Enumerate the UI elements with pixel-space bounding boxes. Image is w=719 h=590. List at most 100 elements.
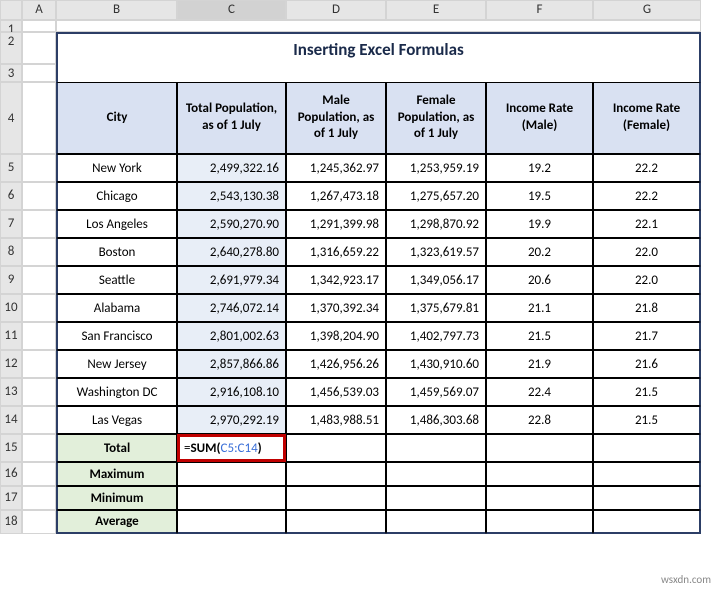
cell-total-11[interactable]: 2,801,002.63 xyxy=(177,322,286,350)
cell-F15[interactable] xyxy=(486,434,593,462)
row-header-9[interactable]: 9 xyxy=(0,266,22,294)
cell-if-14[interactable]: 21.5 xyxy=(593,406,701,434)
row-header-7[interactable]: 7 xyxy=(0,210,22,238)
cell-F17[interactable] xyxy=(486,486,593,510)
cell-male-6[interactable]: 1,267,473.18 xyxy=(286,182,386,210)
cell-G16[interactable] xyxy=(593,462,701,486)
row-header-15[interactable]: 15 xyxy=(0,434,22,462)
row-header-12[interactable]: 12 xyxy=(0,350,22,378)
cell-city-8[interactable]: Boston xyxy=(56,238,177,266)
cell-A14[interactable] xyxy=(22,406,56,434)
row-header-11[interactable]: 11 xyxy=(0,322,22,350)
row-header-8[interactable]: 8 xyxy=(0,238,22,266)
cell-female-5[interactable]: 1,253,959.19 xyxy=(386,154,486,182)
cell-im-11[interactable]: 21.5 xyxy=(486,322,593,350)
row-header-6[interactable]: 6 xyxy=(0,182,22,210)
cell-male-9[interactable]: 1,342,923.17 xyxy=(286,266,386,294)
cell-C18[interactable] xyxy=(177,510,286,534)
cell-D15[interactable] xyxy=(286,434,386,462)
cell-A8[interactable] xyxy=(22,238,56,266)
cell-E17[interactable] xyxy=(386,486,486,510)
row-header-3[interactable]: 3 xyxy=(0,64,22,82)
cell-if-10[interactable]: 21.8 xyxy=(593,294,701,322)
cell-female-6[interactable]: 1,275,657.20 xyxy=(386,182,486,210)
cell-city-7[interactable]: Los Angeles xyxy=(56,210,177,238)
cell-im-13[interactable]: 22.4 xyxy=(486,378,593,406)
cell-A18[interactable] xyxy=(22,510,56,534)
row-header-18[interactable]: 18 xyxy=(0,510,22,534)
cell-A12[interactable] xyxy=(22,350,56,378)
row-header-5[interactable]: 5 xyxy=(0,154,22,182)
cell-total-9[interactable]: 2,691,979.34 xyxy=(177,266,286,294)
cell-female-14[interactable]: 1,486,303.68 xyxy=(386,406,486,434)
cell-female-7[interactable]: 1,298,870.92 xyxy=(386,210,486,238)
cell-male-14[interactable]: 1,483,988.51 xyxy=(286,406,386,434)
cell-city-6[interactable]: Chicago xyxy=(56,182,177,210)
cell-A9[interactable] xyxy=(22,266,56,294)
cell-im-9[interactable]: 20.6 xyxy=(486,266,593,294)
cell-city-5[interactable]: New York xyxy=(56,154,177,182)
cell-D17[interactable] xyxy=(286,486,386,510)
col-header-G[interactable]: G xyxy=(593,0,701,20)
cell-A10[interactable] xyxy=(22,294,56,322)
cell-F16[interactable] xyxy=(486,462,593,486)
cell-city-10[interactable]: Alabama xyxy=(56,294,177,322)
cell-if-9[interactable]: 22.0 xyxy=(593,266,701,294)
cell-A3[interactable] xyxy=(22,64,56,82)
col-header-F[interactable]: F xyxy=(486,0,593,20)
cell-E16[interactable] xyxy=(386,462,486,486)
cell-E18[interactable] xyxy=(386,510,486,534)
cell-total-13[interactable]: 2,916,108.10 xyxy=(177,378,286,406)
cell-total-12[interactable]: 2,857,866.86 xyxy=(177,350,286,378)
cell-city-9[interactable]: Seattle xyxy=(56,266,177,294)
cell-G17[interactable] xyxy=(593,486,701,510)
cell-im-8[interactable]: 20.2 xyxy=(486,238,593,266)
col-header-D[interactable]: D xyxy=(286,0,386,20)
cell-im-14[interactable]: 22.8 xyxy=(486,406,593,434)
row-header-2[interactable]: 2 xyxy=(0,32,22,64)
cell-male-5[interactable]: 1,245,362.97 xyxy=(286,154,386,182)
cell-C17[interactable] xyxy=(177,486,286,510)
cell-male-13[interactable]: 1,456,539.03 xyxy=(286,378,386,406)
cell-A13[interactable] xyxy=(22,378,56,406)
cell-male-8[interactable]: 1,316,659.22 xyxy=(286,238,386,266)
row-header-14[interactable]: 14 xyxy=(0,406,22,434)
cell-if-12[interactable]: 21.6 xyxy=(593,350,701,378)
cell-A2[interactable] xyxy=(22,32,56,64)
row-header-1[interactable]: 1 xyxy=(0,20,22,32)
row-header-10[interactable]: 10 xyxy=(0,294,22,322)
cell-total-6[interactable]: 2,543,130.38 xyxy=(177,182,286,210)
cell-city-14[interactable]: Las Vegas xyxy=(56,406,177,434)
cell-G15[interactable] xyxy=(593,434,701,462)
cell-male-7[interactable]: 1,291,399.98 xyxy=(286,210,386,238)
cell-im-6[interactable]: 19.5 xyxy=(486,182,593,210)
cell-im-7[interactable]: 19.9 xyxy=(486,210,593,238)
cell-if-5[interactable]: 22.2 xyxy=(593,154,701,182)
cell-female-10[interactable]: 1,375,679.81 xyxy=(386,294,486,322)
cell-D16[interactable] xyxy=(286,462,386,486)
cell-A15[interactable] xyxy=(22,434,56,462)
cell-C16[interactable] xyxy=(177,462,286,486)
cell-A7[interactable] xyxy=(22,210,56,238)
col-header-A[interactable]: A xyxy=(22,0,56,20)
cell-female-13[interactable]: 1,459,569.07 xyxy=(386,378,486,406)
cell-if-11[interactable]: 21.7 xyxy=(593,322,701,350)
cell-total-14[interactable]: 2,970,292.19 xyxy=(177,406,286,434)
cell-A11[interactable] xyxy=(22,322,56,350)
cell-E15[interactable] xyxy=(386,434,486,462)
cell-im-10[interactable]: 21.1 xyxy=(486,294,593,322)
cell-male-11[interactable]: 1,398,204.90 xyxy=(286,322,386,350)
cell-F18[interactable] xyxy=(486,510,593,534)
cell-A16[interactable] xyxy=(22,462,56,486)
col-header-E[interactable]: E xyxy=(386,0,486,20)
cell-city-12[interactable]: New Jersey xyxy=(56,350,177,378)
formula-cell-C15[interactable]: =SUM(C5:C14) xyxy=(177,434,286,462)
cell-G18[interactable] xyxy=(593,510,701,534)
cell-if-13[interactable]: 21.5 xyxy=(593,378,701,406)
cell-male-10[interactable]: 1,370,392.34 xyxy=(286,294,386,322)
cell-if-6[interactable]: 22.2 xyxy=(593,182,701,210)
cell-A5[interactable] xyxy=(22,154,56,182)
cell-female-8[interactable]: 1,323,619.57 xyxy=(386,238,486,266)
cell-female-11[interactable]: 1,402,797.73 xyxy=(386,322,486,350)
cell-A4[interactable] xyxy=(22,82,56,154)
